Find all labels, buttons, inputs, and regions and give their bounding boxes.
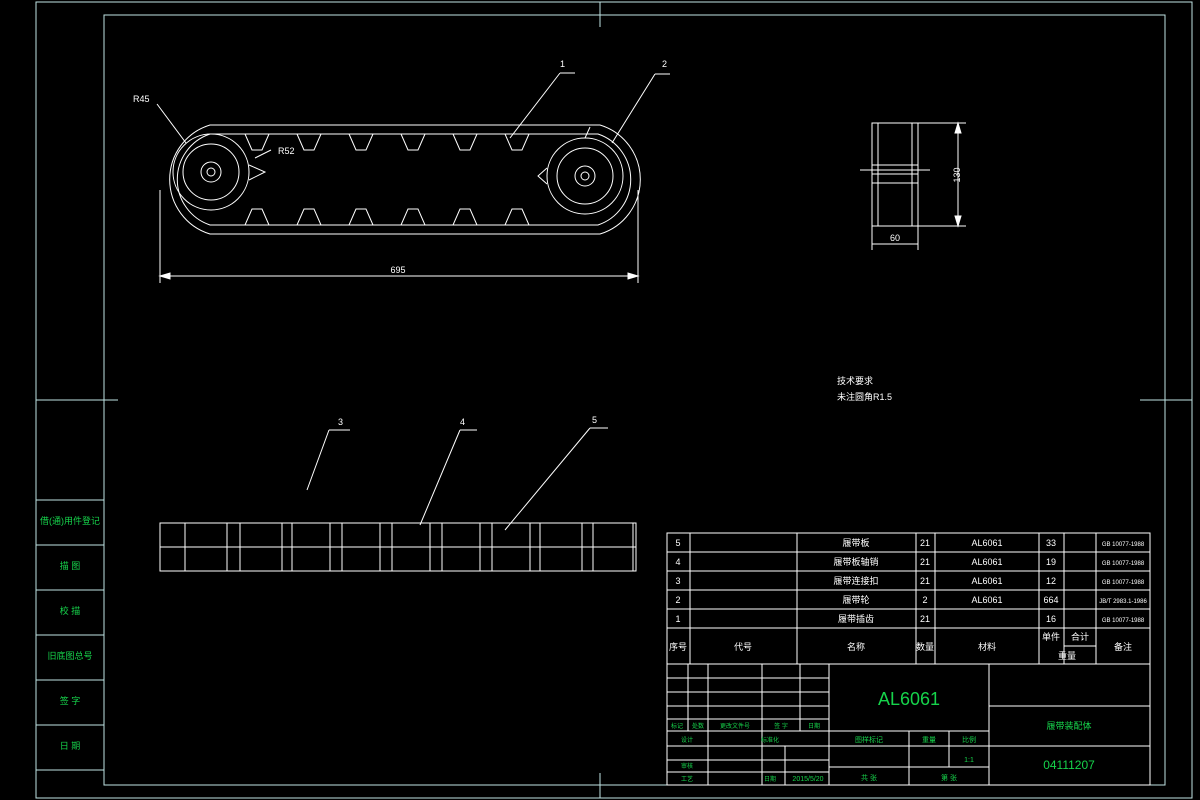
- label-mark: 标记: [671, 722, 683, 730]
- side-view: [860, 121, 966, 250]
- bom-header-row: 序号 代号 名称 数量 材料 单件 合计 重量 备注: [669, 631, 1132, 661]
- label-review: 审核: [681, 762, 693, 770]
- dim-r52: R52: [278, 146, 295, 156]
- bom-no: 3: [675, 576, 680, 586]
- bom-row: 2 履带轮 2 AL6061 664 JB/T 2983.1-1986: [675, 594, 1147, 605]
- bom-row: 5 履带板 21 AL6061 33 GB 10077-1988: [675, 537, 1144, 548]
- bom-name: 履带连接扣: [833, 575, 878, 586]
- bom-material: AL6061: [971, 576, 1002, 586]
- track-view-labels: R45 R52 695 1 2: [133, 59, 667, 275]
- bom-remark: GB 10077-1988: [1102, 580, 1145, 586]
- title-drawing-no: 04111207: [1043, 758, 1095, 772]
- sidebar-label: 借(通)用件登记: [40, 515, 100, 526]
- sheets-label: 共 张: [861, 773, 877, 782]
- bom-qty: 21: [920, 614, 930, 624]
- technical-requirements: 技术要求 未注圆角R1.5: [837, 375, 892, 402]
- bom-header-weight: 重量: [1058, 650, 1076, 661]
- bom-unit: 664: [1043, 595, 1058, 605]
- drawing-frame: [35, 1, 1193, 799]
- bom-name: 履带板: [842, 537, 869, 548]
- part-number-2: 2: [662, 59, 667, 69]
- cad-drawing: 借(通)用件登记 描 图 校 描 旧底图总号 签 字 日 期 R45 R52 6…: [35, 1, 1193, 799]
- dim-length: 695: [390, 265, 405, 275]
- bom-material: AL6061: [971, 538, 1002, 548]
- bom-name: 履带板轴销: [833, 556, 878, 567]
- bom-header-remark: 备注: [1114, 641, 1132, 652]
- tech-line1: 未注圆角R1.5: [837, 391, 892, 402]
- part-number-1: 1: [560, 59, 565, 69]
- bom-material: AL6061: [971, 557, 1002, 567]
- part-number-5: 5: [592, 415, 597, 425]
- title-drawing-name: 履带装配体: [1046, 720, 1091, 731]
- bom-header-qty: 数量: [916, 641, 934, 652]
- bom-no: 1: [675, 614, 680, 624]
- tech-title: 技术要求: [837, 375, 873, 386]
- part-number-3: 3: [338, 417, 343, 427]
- sidebar-label: 描 图: [60, 560, 81, 571]
- sidebar-labels: 借(通)用件登记 描 图 校 描 旧底图总号 签 字 日 期: [40, 515, 100, 751]
- label-change-doc: 更改文件号: [720, 722, 750, 730]
- bom-qty: 21: [920, 557, 930, 567]
- dim-r45: R45: [133, 94, 150, 104]
- bom-header-no: 序号: [669, 641, 687, 652]
- bom-name: 履带轮: [842, 594, 869, 605]
- bom-row: 1 履带插齿 21 16 GB 10077-1988: [675, 613, 1144, 624]
- bom-name: 履带插齿: [838, 613, 874, 624]
- bom-qty: 21: [920, 576, 930, 586]
- side-view-labels: 130 60: [890, 167, 962, 243]
- bom-row: 3 履带连接扣 21 AL6061 12 GB 10077-1988: [675, 575, 1144, 586]
- track-chain-view: [159, 427, 637, 572]
- bom-unit: 33: [1046, 538, 1056, 548]
- left-sprocket: [172, 133, 267, 211]
- bom-header-name: 名称: [847, 641, 865, 652]
- sidebar-label: 日 期: [60, 741, 81, 751]
- track-assembly-view: [156, 72, 670, 283]
- label-count: 处数: [692, 722, 704, 730]
- sidebar-label: 旧底图总号: [47, 650, 92, 661]
- bom-row: 4 履带板轴销 21 AL6061 19 GB 10077-1988: [675, 556, 1144, 567]
- lower-track-teeth: [244, 208, 530, 226]
- bom-header-total: 合计: [1071, 631, 1089, 642]
- bom-unit: 12: [1046, 576, 1056, 586]
- bom-no: 2: [675, 595, 680, 605]
- bom-rows: 5 履带板 21 AL6061 33 GB 10077-1988 4 履带板轴销…: [669, 537, 1147, 661]
- weight-label: 重量: [922, 736, 936, 744]
- bom-qty: 2: [922, 595, 927, 605]
- sidebar-label: 校 描: [60, 605, 81, 616]
- bom-unit: 19: [1046, 557, 1056, 567]
- scale-value: 1:1: [964, 757, 974, 764]
- date-value: 2015/5/20: [792, 776, 823, 783]
- bom-unit: 16: [1046, 614, 1056, 624]
- label-date: 日期: [808, 722, 820, 730]
- title-block-labels: AL6061 履带装配体 04111207 图样标记 重量 比例 1:1 共 张…: [671, 689, 1095, 783]
- dim-height: 130: [952, 167, 962, 182]
- label-sign: 签 字: [774, 722, 788, 730]
- bom-qty: 21: [920, 538, 930, 548]
- bom-header-material: 材料: [978, 641, 996, 652]
- label-process: 工艺: [681, 775, 693, 783]
- bom-no: 4: [675, 557, 680, 567]
- bom-remark: GB 10077-1988: [1102, 618, 1145, 624]
- bom-header-unit: 单件: [1042, 631, 1060, 642]
- bom-remark: GB 10077-1988: [1102, 542, 1145, 548]
- scale-label: 比例: [962, 735, 976, 744]
- bom-no: 5: [675, 538, 680, 548]
- label-designer: 设计: [681, 736, 693, 744]
- part-number-4: 4: [460, 417, 465, 427]
- bom-remark: GB 10077-1988: [1102, 561, 1145, 567]
- label-standard: 标准化: [761, 736, 779, 744]
- stage-label: 图样标记: [855, 735, 883, 744]
- chain-view-labels: 3 4 5: [338, 415, 597, 427]
- dim-width: 60: [890, 233, 900, 243]
- bom-material: AL6061: [971, 595, 1002, 605]
- sidebar-label: 签 字: [60, 695, 81, 706]
- sheet-label: 第 张: [941, 773, 957, 782]
- bom-remark: JB/T 2983.1-1986: [1099, 599, 1147, 605]
- label-date2: 日期: [764, 775, 776, 783]
- title-material: AL6061: [878, 689, 940, 709]
- bom-header-code: 代号: [734, 642, 752, 652]
